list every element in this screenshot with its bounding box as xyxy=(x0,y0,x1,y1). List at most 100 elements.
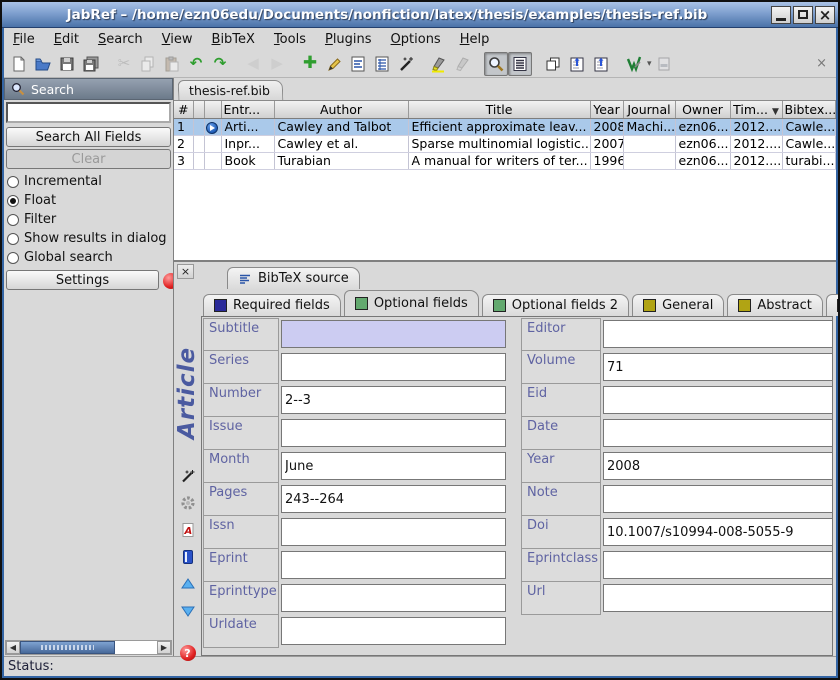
autoset-button[interactable] xyxy=(179,494,197,512)
cell-timestamp[interactable]: 2012.... xyxy=(730,152,782,169)
field-input-eid[interactable] xyxy=(603,386,833,414)
tab-bibtex-source[interactable]: BibTeX source xyxy=(227,267,360,289)
openoffice-dropdown-icon[interactable]: ▾ xyxy=(647,59,652,69)
cell-author[interactable]: Turabian xyxy=(274,152,408,169)
col-icon1[interactable] xyxy=(193,101,204,118)
editor-help-button[interactable]: ? xyxy=(179,644,197,662)
radio-incremental[interactable]: Incremental xyxy=(4,172,173,191)
cell-title[interactable]: A manual for writers of ter... xyxy=(408,152,590,169)
tab-general[interactable]: General xyxy=(632,294,724,316)
back-button[interactable]: ◀ xyxy=(241,52,265,76)
open-pdf-button[interactable]: A xyxy=(179,521,197,539)
col-author[interactable]: Author xyxy=(274,101,408,118)
field-input-eprintclass[interactable] xyxy=(603,551,833,579)
field-input-url[interactable] xyxy=(603,584,833,612)
cell-num[interactable]: 1 xyxy=(174,118,193,135)
search-toggle-button[interactable] xyxy=(484,52,508,76)
search-input[interactable] xyxy=(6,102,171,123)
open-database-button[interactable] xyxy=(31,52,55,76)
radio-show-results-dialog[interactable]: Show results in dialog xyxy=(4,229,173,248)
cell-icon2[interactable] xyxy=(204,135,221,152)
import-into-current-button[interactable] xyxy=(565,52,589,76)
close-button[interactable]: × xyxy=(815,6,835,24)
tab-optional-fields-2[interactable]: Optional fields 2 xyxy=(482,294,629,316)
paste-button[interactable] xyxy=(160,52,184,76)
col-entrytype[interactable]: Entr... xyxy=(221,101,274,118)
col-icon2[interactable] xyxy=(204,101,221,118)
menu-options[interactable]: Options xyxy=(391,32,441,47)
preview-toggle-button[interactable] xyxy=(508,52,532,76)
cell-bibtexkey[interactable]: Cawle... xyxy=(782,135,836,152)
table-row[interactable]: 3 Book Turabian A manual for writers of … xyxy=(174,152,836,169)
unmark-entries-button[interactable] xyxy=(451,52,475,76)
tab-abstract[interactable]: Abstract xyxy=(727,294,823,316)
cell-icon2[interactable] xyxy=(204,118,221,135)
menu-plugins[interactable]: Plugins xyxy=(325,32,372,47)
settings-button[interactable]: Settings xyxy=(6,270,159,290)
tab-optional-fields[interactable]: Optional fields xyxy=(344,290,479,316)
new-entry-button[interactable]: ✚ xyxy=(298,52,322,76)
cell-icon1[interactable] xyxy=(193,135,204,152)
cell-title[interactable]: Efficient approximate leav... xyxy=(408,118,590,135)
field-input-issue[interactable] xyxy=(281,419,506,447)
radio-filter-circle[interactable] xyxy=(7,214,19,226)
tab-required-fields[interactable]: Required fields xyxy=(203,294,341,316)
import-into-new-button[interactable] xyxy=(589,52,613,76)
cut-button[interactable]: ✂ xyxy=(112,52,136,76)
field-input-date[interactable] xyxy=(603,419,833,447)
menu-view[interactable]: View xyxy=(162,32,193,47)
field-input-volume[interactable] xyxy=(603,353,833,381)
edit-preamble-button[interactable] xyxy=(346,52,370,76)
new-database-button[interactable] xyxy=(7,52,31,76)
radio-global-circle[interactable] xyxy=(7,252,19,264)
field-input-subtitle[interactable] xyxy=(281,320,506,348)
cell-year[interactable]: 2007 xyxy=(590,135,623,152)
scrollbar-track[interactable] xyxy=(115,641,157,654)
field-input-note[interactable] xyxy=(603,485,833,513)
col-year[interactable]: Year xyxy=(590,101,623,118)
radio-float[interactable]: Float xyxy=(4,191,173,210)
editor-close-button[interactable]: × xyxy=(177,264,194,279)
openoffice-button[interactable] xyxy=(622,52,646,76)
col-bibtexkey[interactable]: Bibtex... xyxy=(782,101,836,118)
minimize-button[interactable] xyxy=(771,6,791,24)
help-ball-icon[interactable] xyxy=(163,273,173,289)
radio-global-search[interactable]: Global search xyxy=(4,248,173,267)
radio-incremental-circle[interactable] xyxy=(7,176,19,188)
scrollbar-thumb[interactable] xyxy=(20,641,115,654)
cell-journal[interactable] xyxy=(623,152,675,169)
menu-search[interactable]: Search xyxy=(98,32,143,47)
cell-title[interactable]: Sparse multinomial logistic... xyxy=(408,135,590,152)
col-timestamp[interactable]: Tim... ▼ xyxy=(730,101,782,118)
cell-timestamp[interactable]: 2012.... xyxy=(730,135,782,152)
menu-tools[interactable]: Tools xyxy=(274,32,306,47)
duplicate-button[interactable] xyxy=(541,52,565,76)
field-input-eprinttype[interactable] xyxy=(281,584,506,612)
col-journal[interactable]: Journal xyxy=(623,101,675,118)
copy-button[interactable] xyxy=(136,52,160,76)
col-owner[interactable]: Owner xyxy=(675,101,730,118)
field-input-editor[interactable] xyxy=(603,320,833,348)
cell-timestamp[interactable]: 2012.... xyxy=(730,118,782,135)
cell-entrytype[interactable]: Inpr... xyxy=(221,135,274,152)
cleanup-button[interactable] xyxy=(394,52,418,76)
push-to-application-button[interactable] xyxy=(652,52,676,76)
cell-author[interactable]: Cawley et al. xyxy=(274,135,408,152)
cell-num[interactable]: 3 xyxy=(174,152,193,169)
forward-button[interactable]: ▶ xyxy=(265,52,289,76)
redo-button[interactable]: ↷ xyxy=(208,52,232,76)
field-input-pages[interactable] xyxy=(281,485,506,513)
open-file-button[interactable] xyxy=(179,548,197,566)
mark-entries-button[interactable] xyxy=(427,52,451,76)
field-input-eprint[interactable] xyxy=(281,551,506,579)
field-input-number[interactable] xyxy=(281,386,506,414)
cell-owner[interactable]: ezn06... xyxy=(675,152,730,169)
cell-journal[interactable] xyxy=(623,135,675,152)
menu-file[interactable]: File xyxy=(13,32,35,47)
field-input-series[interactable] xyxy=(281,353,506,381)
menu-edit[interactable]: Edit xyxy=(54,32,79,47)
menu-bibtex[interactable]: BibTeX xyxy=(212,32,255,47)
previous-entry-button[interactable] xyxy=(179,575,197,593)
search-all-fields-button[interactable]: Search All Fields xyxy=(6,127,171,147)
radio-float-circle[interactable] xyxy=(7,195,19,207)
